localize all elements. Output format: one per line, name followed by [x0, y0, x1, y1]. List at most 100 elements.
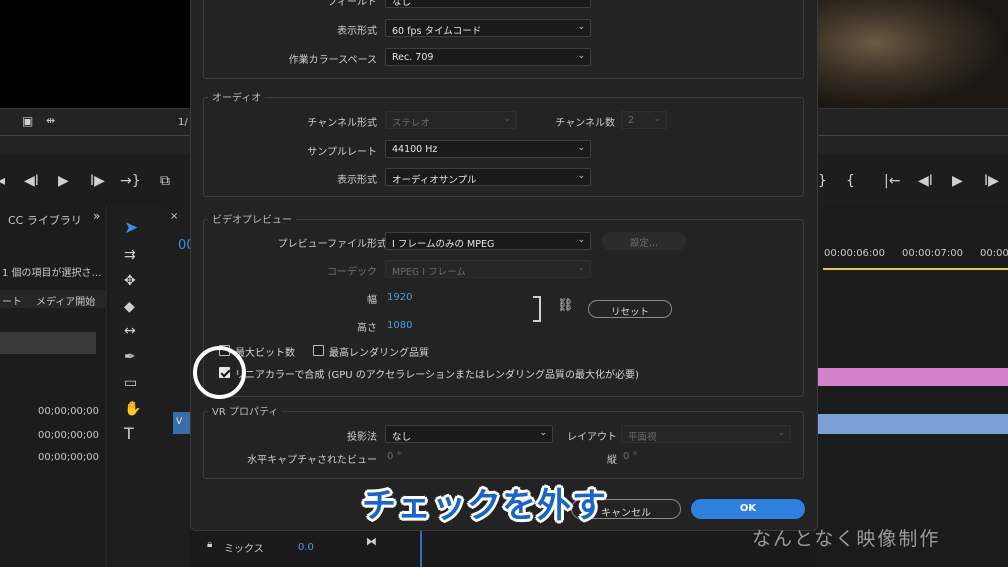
- chevron-down-icon: ⌄: [503, 114, 511, 124]
- source-monitor-ruler: ▣ ⇹ 1/: [0, 108, 190, 154]
- marker-icon[interactable]: ⇹: [46, 115, 55, 126]
- max-bit-depth-label: 最大ビット数: [235, 348, 295, 359]
- play-icon[interactable]: ▶: [58, 174, 69, 188]
- play-program-icon[interactable]: ▶: [952, 174, 963, 188]
- chevron-down-icon: ⌄: [577, 263, 585, 273]
- selected-row[interactable]: [0, 332, 96, 354]
- chevron-down-icon: ⌄: [577, 51, 585, 61]
- audio-display-format-select[interactable]: オーディオサンプル ⌄: [385, 168, 591, 186]
- go-in-icon[interactable]: |←: [884, 174, 900, 188]
- ripple-edit-icon[interactable]: ✥: [124, 274, 136, 288]
- source-transport: ◂ ◀I ▶ I▶ →} ⧉: [0, 154, 190, 208]
- pink-clip[interactable]: [818, 368, 1008, 386]
- close-icon[interactable]: ×: [170, 212, 178, 222]
- field-label: フィールド: [327, 0, 377, 8]
- project-panel: CC ライブラリ » 1 個の項目が選択さ… ート メディア開始 00;00;0…: [0, 206, 107, 567]
- vr-group-title: VR プロパティ: [208, 403, 283, 418]
- type-tool-icon[interactable]: T: [124, 426, 134, 442]
- mix-track-label: ミックス: [224, 544, 264, 555]
- timecode-6s: 00:00:06:00: [824, 248, 886, 259]
- rectangle-tool-icon[interactable]: ▭: [124, 376, 137, 390]
- field-select[interactable]: なし⌄: [385, 0, 591, 8]
- height-value[interactable]: 1080: [387, 320, 412, 331]
- channel-format-label: チャンネル形式: [307, 118, 377, 129]
- settings-button[interactable]: 設定...: [602, 232, 686, 250]
- timecode-8s: 00:00: [980, 248, 1008, 259]
- video-group: [203, 0, 804, 79]
- projection-select[interactable]: なし ⌄: [385, 425, 553, 443]
- lock-icon[interactable]: 🔒︎: [207, 540, 212, 550]
- pen-tool-icon[interactable]: ✒: [124, 350, 136, 364]
- program-transport: } { |← ◀I ▶ I▶: [818, 154, 1008, 208]
- step-back-program-icon[interactable]: ◀I: [918, 174, 933, 188]
- color-space-label: 作業カラースペース: [288, 55, 377, 66]
- reset-button[interactable]: リセット: [588, 300, 672, 318]
- audio-display-format-label: 表示形式: [337, 175, 377, 186]
- program-monitor-ruler: [818, 108, 1008, 154]
- preview-format-select[interactable]: I フレームのみの MPEG ⌄: [385, 232, 591, 250]
- mark-out-icon[interactable]: {: [846, 174, 855, 188]
- projection-label: 投影法: [347, 432, 377, 443]
- timeline-right: 00:00:06:00 00:00:07:00 00:00: [818, 206, 1008, 567]
- chevron-down-icon: ⌄: [577, 22, 585, 32]
- selection-tool-icon[interactable]: ➤: [124, 220, 138, 237]
- chevron-down-icon: ⌄: [577, 171, 585, 181]
- col-header-1[interactable]: ート: [2, 293, 22, 308]
- channel-watermark: なんとなく映像制作: [752, 528, 941, 550]
- film-icon[interactable]: ▣: [22, 115, 33, 127]
- v-value[interactable]: 0 °: [623, 451, 638, 462]
- timecode-row-1: 00;00;00;00: [38, 406, 100, 417]
- link-icon[interactable]: ⛓: [557, 299, 574, 312]
- max-render-quality-checkbox[interactable]: [313, 345, 324, 356]
- slip-icon[interactable]: ↔: [124, 324, 136, 338]
- insert-icon[interactable]: ⧉: [160, 174, 170, 188]
- width-value[interactable]: 1920: [387, 292, 412, 303]
- codec-select[interactable]: MPEG I フレーム ⌄: [385, 260, 591, 278]
- channel-format-select[interactable]: ステレオ ⌄: [385, 111, 517, 129]
- video-track-clip[interactable]: V: [173, 412, 190, 434]
- channel-count-select[interactable]: 2 ⌄: [621, 111, 667, 129]
- sequence-settings-dialog: フィールド なし⌄ 表示形式 60 fps タイムコード⌄ 作業カラースペース …: [190, 0, 818, 531]
- layout-select[interactable]: 平面視 ⌄: [621, 425, 791, 443]
- rewind-icon[interactable]: ◂: [0, 174, 5, 188]
- audio-group-title: オーディオ: [208, 89, 266, 104]
- step-forward-program-icon[interactable]: I▶: [984, 174, 999, 188]
- mix-end-icon[interactable]: ⧓: [366, 536, 377, 547]
- ruler-value: 1/: [178, 117, 188, 128]
- go-out-icon[interactable]: →}: [120, 174, 141, 188]
- cc-library-tab[interactable]: CC ライブラリ: [8, 212, 82, 228]
- display-format-label: 表示形式: [337, 26, 377, 37]
- channel-count-label: チャンネル数: [555, 118, 615, 129]
- h-view-value[interactable]: 0 °: [387, 451, 402, 462]
- step-back-icon[interactable]: ◀I: [24, 174, 39, 188]
- panel-menu-icon[interactable]: »: [93, 210, 100, 222]
- mix-track-value[interactable]: 0.0: [298, 542, 314, 553]
- display-format-select[interactable]: 60 fps タイムコード ⌄: [385, 19, 591, 37]
- sample-rate-select[interactable]: 44100 Hz ⌄: [385, 140, 591, 158]
- col-header-media-start[interactable]: メディア開始: [36, 293, 95, 308]
- preview-format-label: プレビューファイル形式: [277, 239, 387, 250]
- max-render-quality-label: 最高レンダリング品質: [329, 348, 429, 359]
- in-point-icon[interactable]: }: [818, 174, 827, 188]
- sample-rate-label: サンプルレート: [307, 147, 377, 158]
- v-label: 縦: [607, 455, 617, 466]
- program-monitor-left: [0, 0, 190, 108]
- blue-clip[interactable]: [818, 414, 1008, 434]
- playhead-line: [420, 531, 422, 567]
- program-monitor-video: [818, 0, 1008, 108]
- chevron-down-icon: ⌄: [577, 143, 585, 153]
- ok-button[interactable]: OK: [691, 499, 805, 519]
- work-area-bar[interactable]: [823, 268, 1008, 270]
- selection-info: 1 個の項目が選択さ…: [2, 268, 102, 279]
- timeline-header-left: × 00: [160, 206, 195, 567]
- razor-icon[interactable]: ◆: [124, 300, 135, 314]
- chevron-down-icon: ⌄: [577, 0, 585, 3]
- step-forward-icon[interactable]: I▶: [90, 174, 105, 188]
- color-space-select[interactable]: Rec. 709 ⌄: [385, 48, 591, 66]
- tools-panel: ➤ ⇉ ✥ ◆ ↔ ✒ ▭ ✋ T: [110, 206, 160, 567]
- timecode-row-3: 00;00;00;00: [38, 452, 100, 463]
- codec-label: コーデック: [327, 267, 377, 278]
- hand-tool-icon[interactable]: ✋: [124, 402, 141, 416]
- track-select-icon[interactable]: ⇉: [124, 248, 136, 262]
- timecode-row-2: 00;00;00;00: [38, 430, 100, 441]
